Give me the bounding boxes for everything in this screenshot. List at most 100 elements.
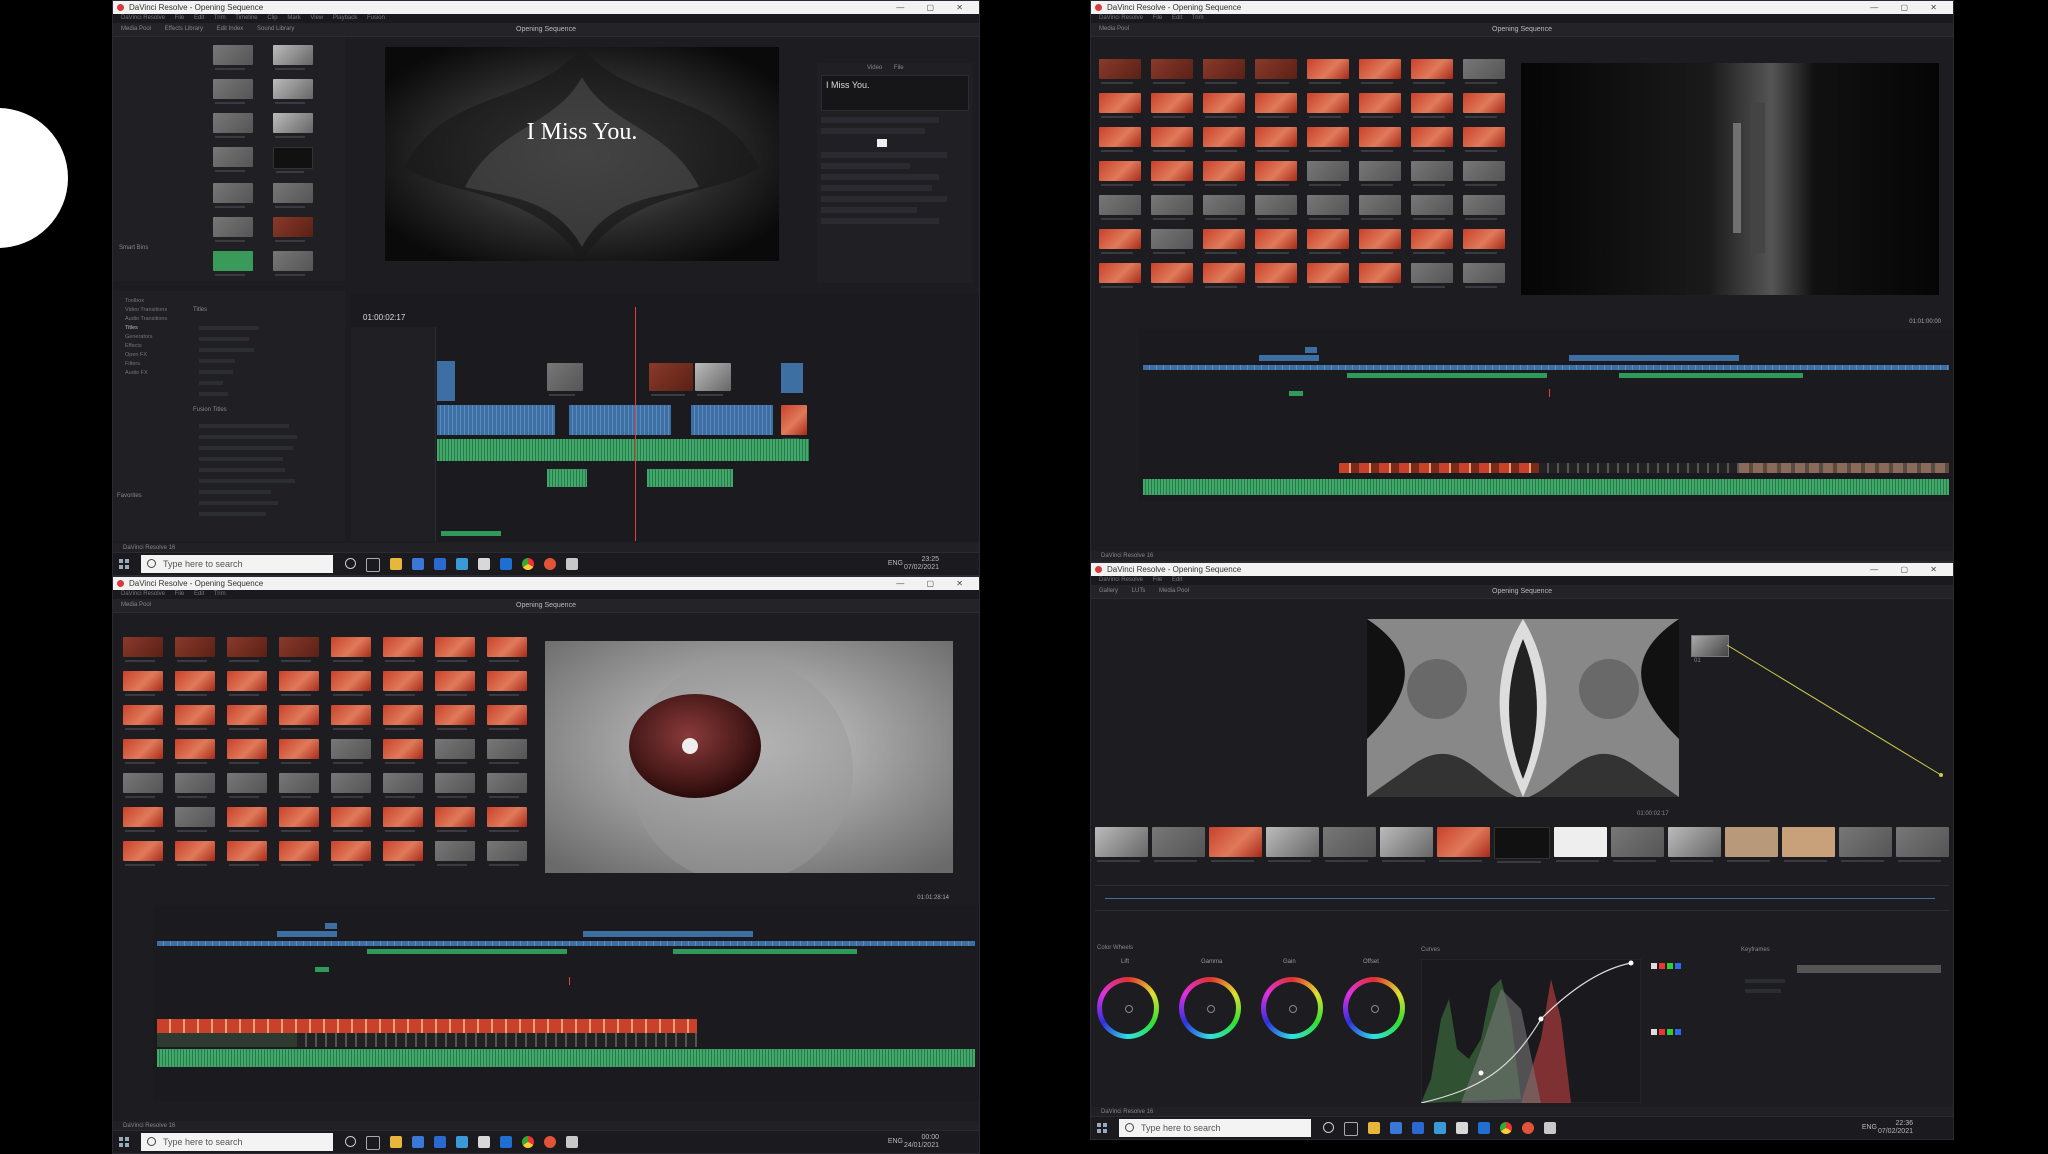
app-icon[interactable] [412, 558, 424, 570]
window-controls[interactable]: — ▢ ✕ [896, 577, 973, 590]
media-clip[interactable] [1203, 229, 1245, 254]
system-clock[interactable]: 00:00 24/01/2021 [904, 1134, 939, 1150]
timeline-clip[interactable] [157, 941, 975, 946]
audio-waveform[interactable] [1143, 479, 1949, 495]
media-clip[interactable] [383, 841, 423, 866]
color-clip-thumb[interactable] [1838, 827, 1892, 862]
media-clip[interactable] [383, 739, 423, 764]
menu-item[interactable]: File [1153, 15, 1163, 21]
timeline-clip[interactable] [437, 405, 555, 435]
color-clip-thumb[interactable] [1323, 827, 1377, 862]
media-clip[interactable] [1151, 161, 1193, 186]
cortana-icon[interactable] [345, 1136, 356, 1147]
menu-item[interactable]: DaVinci Resolve [121, 591, 165, 597]
media-clip[interactable] [1151, 59, 1193, 84]
media-clip[interactable] [1203, 93, 1245, 118]
media-clip[interactable] [1099, 229, 1141, 254]
color-clip-thumb[interactable] [1553, 827, 1607, 862]
media-clip[interactable] [1099, 195, 1141, 220]
menu-item[interactable]: Trim [1192, 15, 1204, 21]
audio-clip[interactable] [647, 469, 733, 487]
media-clip[interactable] [227, 807, 267, 832]
audio-clip[interactable] [367, 949, 567, 954]
effects-section-item[interactable]: Effects [125, 342, 167, 351]
menu-item[interactable]: Timeline [235, 15, 257, 21]
media-clip[interactable] [123, 637, 163, 662]
media-clip[interactable] [331, 739, 371, 764]
media-clip[interactable] [279, 807, 319, 832]
media-clip[interactable] [175, 671, 215, 696]
resolve-taskbar-icon[interactable] [1544, 1122, 1556, 1134]
app-icon[interactable] [544, 1136, 556, 1148]
timeline-clip[interactable] [569, 405, 671, 435]
timeline-clip[interactable] [649, 363, 693, 396]
effects-section-item[interactable]: Audio FX [125, 369, 167, 378]
media-clip[interactable] [1099, 59, 1141, 84]
media-clip[interactable] [273, 183, 313, 208]
media-clip[interactable] [487, 705, 527, 730]
language-indicator[interactable]: ENG [888, 1138, 903, 1145]
timeline-clip[interactable] [277, 931, 337, 937]
media-clip[interactable] [1203, 127, 1245, 152]
audio-clip[interactable] [1347, 373, 1547, 378]
audio-clip[interactable] [1619, 373, 1803, 378]
resolve-taskbar-icon[interactable] [566, 558, 578, 570]
windows-start-icon[interactable] [119, 1137, 129, 1147]
media-clip[interactable] [1151, 127, 1193, 152]
audio-clip[interactable] [673, 949, 857, 954]
media-clip[interactable] [383, 807, 423, 832]
wheel-puck[interactable] [1289, 1005, 1297, 1013]
window-controls[interactable]: — ▢ ✕ [896, 1, 973, 14]
timeline-clip-strip[interactable] [1539, 463, 1739, 473]
media-clip[interactable] [435, 705, 475, 730]
media-clip[interactable] [1307, 263, 1349, 288]
media-clip[interactable] [123, 773, 163, 798]
audio-clip[interactable] [1289, 391, 1303, 396]
media-clip[interactable] [227, 773, 267, 798]
media-clip[interactable] [487, 637, 527, 662]
timeline-clip[interactable] [1305, 347, 1317, 353]
toolbar-media-pool[interactable]: Media Pool [121, 26, 151, 32]
language-indicator[interactable]: ENG [888, 560, 903, 567]
color-node[interactable]: 01 [1691, 635, 1729, 664]
media-clip-audio[interactable] [213, 251, 253, 276]
wheel-puck[interactable] [1371, 1005, 1379, 1013]
media-clip[interactable] [1463, 93, 1505, 118]
curve-channel-toggles[interactable] [1651, 1029, 1707, 1035]
toolbar-gallery[interactable]: Gallery [1099, 588, 1118, 594]
media-clip[interactable] [383, 773, 423, 798]
media-clip[interactable] [1359, 59, 1401, 84]
media-clip[interactable] [383, 637, 423, 662]
audio-clip[interactable] [437, 439, 809, 461]
inspector-tab-video[interactable]: Video [867, 65, 882, 71]
menu-item[interactable]: DaVinci Resolve [121, 15, 165, 21]
media-clip[interactable] [487, 807, 527, 832]
resolve-taskbar-icon[interactable] [566, 1136, 578, 1148]
media-clip[interactable] [1203, 195, 1245, 220]
window-controls[interactable]: — ▢ ✕ [1870, 563, 1947, 576]
effects-section-item[interactable]: Audio Transitions [125, 315, 167, 324]
color-clip-thumb[interactable] [1380, 827, 1434, 862]
effects-section-item[interactable]: Generators [125, 333, 167, 342]
menu-item[interactable]: Edit [1172, 577, 1182, 583]
app-icon[interactable] [1434, 1122, 1446, 1134]
media-clip[interactable] [227, 671, 267, 696]
cortana-icon[interactable] [345, 558, 356, 569]
effects-section-item[interactable]: Open FX [125, 351, 167, 360]
media-clip[interactable] [487, 841, 527, 866]
menu-item[interactable]: Mark [287, 15, 300, 21]
media-clip[interactable] [487, 739, 527, 764]
task-view-icon[interactable] [366, 1136, 380, 1150]
media-clip[interactable] [1255, 59, 1297, 84]
media-clip[interactable] [227, 705, 267, 730]
media-clip[interactable] [279, 705, 319, 730]
media-clip[interactable] [123, 841, 163, 866]
chrome-icon[interactable] [522, 1136, 534, 1148]
media-clip[interactable] [273, 79, 313, 104]
inspector-tab-file[interactable]: File [894, 65, 904, 71]
media-clip[interactable] [1463, 161, 1505, 186]
timeline-clip[interactable] [781, 405, 807, 440]
audio-clip[interactable] [547, 469, 587, 487]
media-clip[interactable] [175, 841, 215, 866]
app-icon[interactable] [412, 1136, 424, 1148]
